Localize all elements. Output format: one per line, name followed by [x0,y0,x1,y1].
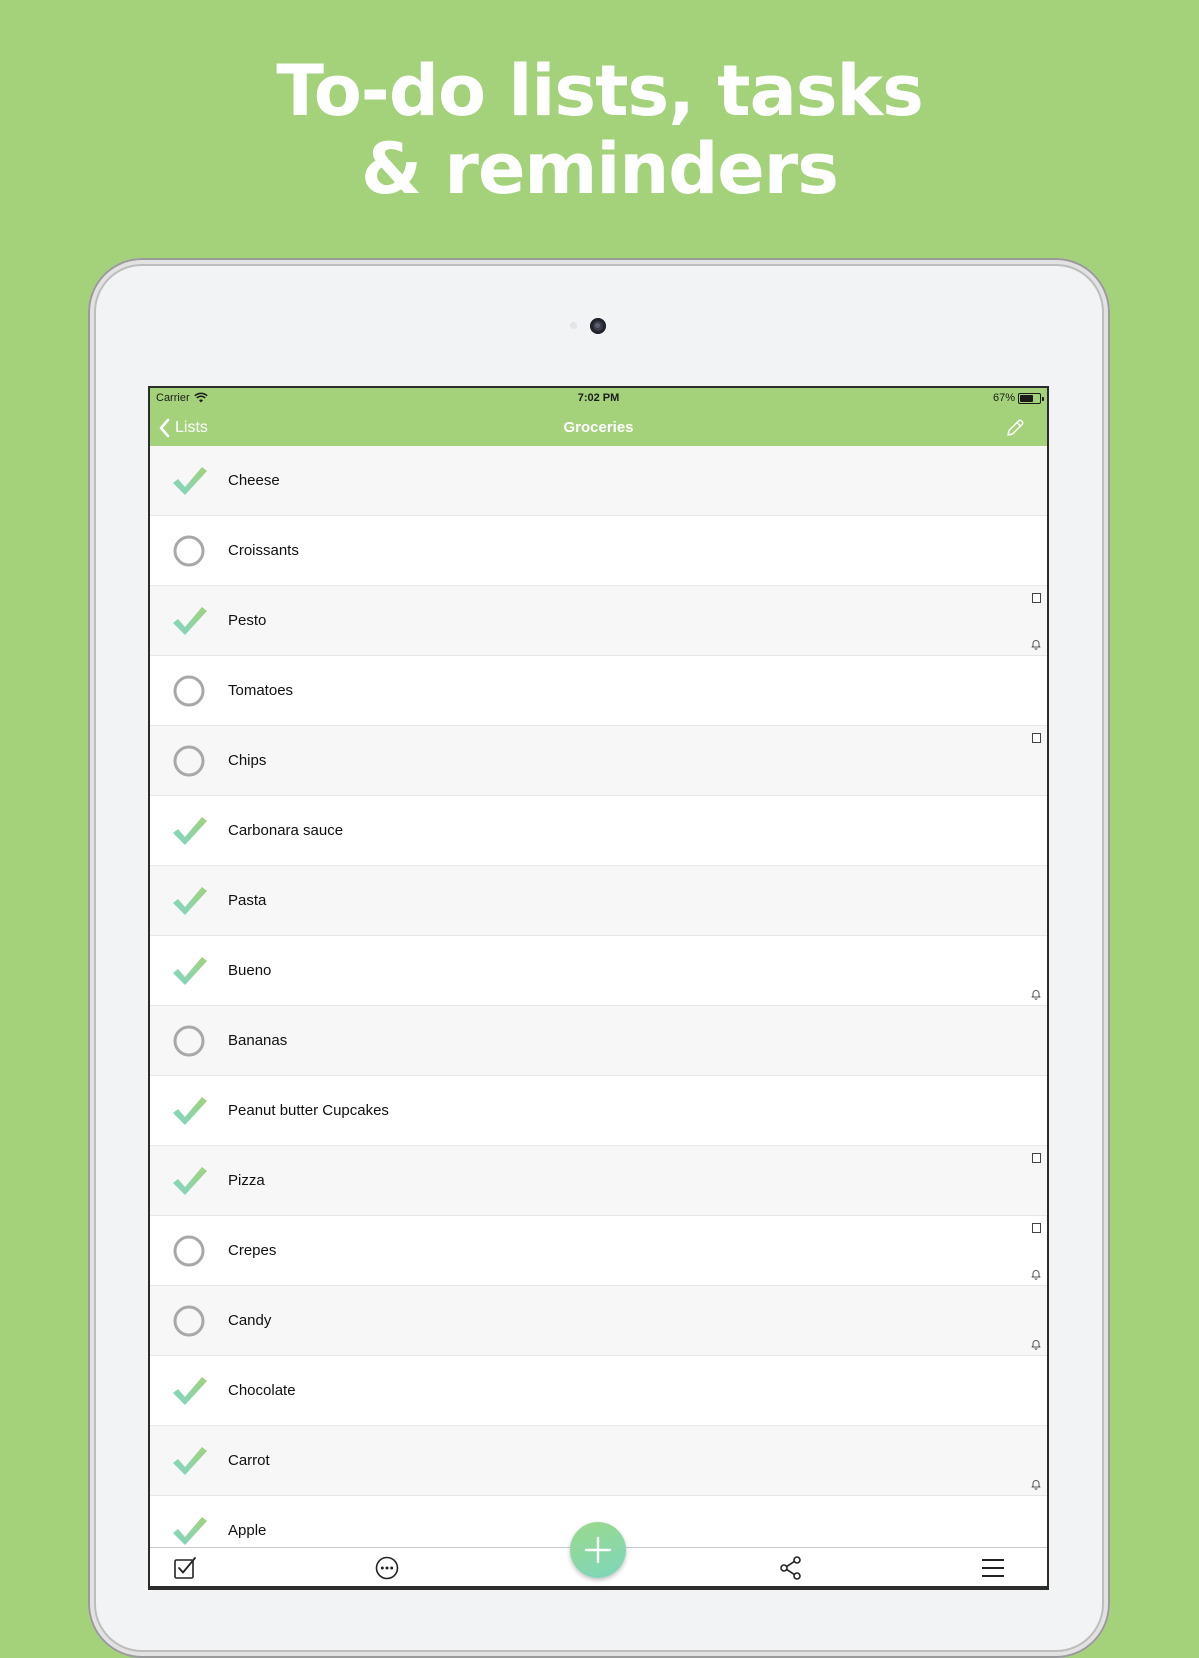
list-item[interactable]: Pizza [150,1146,1047,1216]
list-item[interactable]: Chocolate [150,1356,1047,1426]
pencil-icon[interactable] [1005,418,1025,438]
list-item[interactable]: Tomatoes [150,656,1047,726]
bell-icon [1031,1270,1041,1280]
list-item[interactable]: Chips [150,726,1047,796]
checkmark-icon[interactable] [170,882,208,920]
todo-list: Cheese Croissants Pesto Tomatoes Chips Carbon… [150,446,1047,1566]
battery-icon [1018,393,1044,404]
unchecked-circle-icon[interactable] [170,532,208,570]
checkmark-icon[interactable] [170,952,208,990]
share-icon[interactable] [778,1555,804,1581]
list-item[interactable]: Pasta [150,866,1047,936]
list-item[interactable]: Carbonara sauce [150,796,1047,866]
list-item[interactable]: Peanut butter Cupcakes [150,1076,1047,1146]
list-item[interactable]: Candy [150,1286,1047,1356]
item-label: Tomatoes [228,682,294,699]
add-item-button[interactable] [570,1522,626,1578]
list-item[interactable]: Bueno [150,936,1047,1006]
list-item[interactable]: Crepes [150,1216,1047,1286]
item-label: Bananas [228,1032,288,1049]
camera-icon [590,318,606,334]
list-item[interactable]: Cheese [150,446,1047,516]
list-item[interactable]: Bananas [150,1006,1047,1076]
checkmark-icon[interactable] [170,812,208,850]
unchecked-circle-icon[interactable] [170,1232,208,1270]
item-label: Pasta [228,892,267,909]
item-label: Pesto [228,612,267,629]
item-label: Crepes [228,1242,277,1259]
headline-line-2: & reminders [361,128,839,210]
item-label: Chocolate [228,1382,296,1399]
more-icon[interactable] [374,1555,400,1581]
bell-icon [1031,1480,1041,1490]
checkmark-icon[interactable] [170,1092,208,1130]
item-label: Carrot [228,1452,270,1469]
checkmark-icon[interactable] [170,602,208,640]
note-icon [1032,1223,1041,1233]
app-screen: Carrier 7:02 PM 67% Lists Groceries Chee… [148,386,1049,1590]
note-icon [1032,733,1041,743]
headline: To-do lists, tasks & reminders [0,52,1199,208]
item-label: Chips [228,752,267,769]
unchecked-circle-icon[interactable] [170,672,208,710]
page-title: Groceries [563,419,634,436]
add-icon [584,1536,612,1564]
checkmark-icon[interactable] [170,1372,208,1410]
list-item[interactable]: Carrot [150,1426,1047,1496]
nav-bar: Lists Groceries [150,410,1047,446]
battery-percent: 67% [992,392,1015,404]
item-label: Cheese [228,472,280,489]
checkmark-icon[interactable] [170,1162,208,1200]
status-time: 7:02 PM [577,392,620,404]
unchecked-circle-icon[interactable] [170,742,208,780]
item-label: Carbonara sauce [228,822,344,839]
checkmark-icon[interactable] [170,1512,208,1550]
sensor-dot [570,322,577,329]
item-label: Candy [228,1312,272,1329]
unchecked-circle-icon[interactable] [170,1302,208,1340]
bell-icon [1031,640,1041,650]
checkmark-icon[interactable] [170,462,208,500]
bell-icon [1031,990,1041,1000]
note-icon [1032,1153,1041,1163]
item-label: Croissants [228,542,299,559]
item-label: Peanut butter Cupcakes [228,1102,389,1119]
note-icon [1032,593,1041,603]
list-item[interactable]: Croissants [150,516,1047,586]
checklist-icon[interactable] [172,1555,198,1581]
list-item[interactable]: Pesto [150,586,1047,656]
checkmark-icon[interactable] [170,1442,208,1480]
status-bar: Carrier 7:02 PM 67% [150,388,1047,410]
bell-icon [1031,1340,1041,1350]
item-label: Pizza [228,1172,265,1189]
menu-icon[interactable] [980,1555,1006,1581]
unchecked-circle-icon[interactable] [170,1022,208,1060]
headline-line-1: To-do lists, tasks [276,50,924,132]
item-label: Bueno [228,962,272,979]
